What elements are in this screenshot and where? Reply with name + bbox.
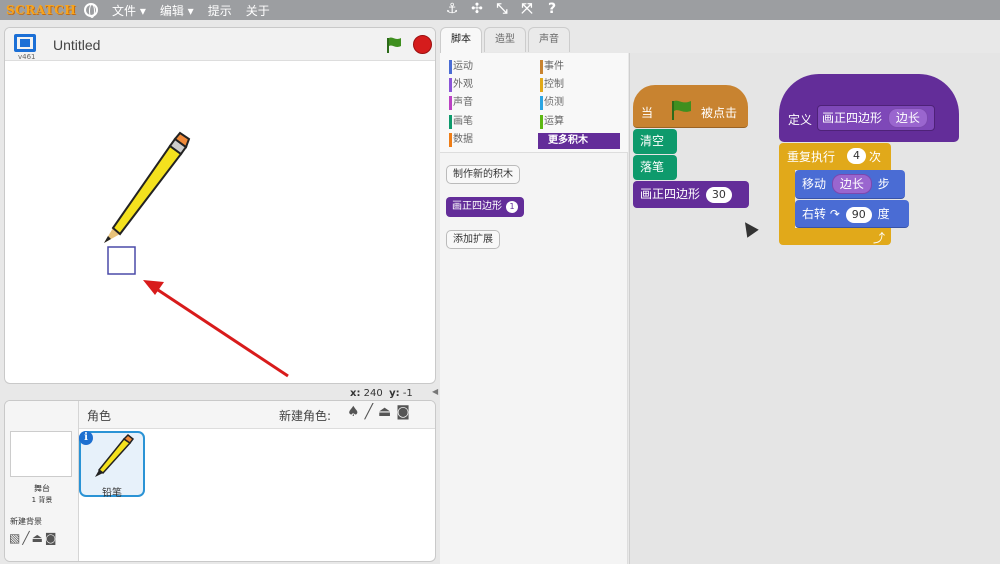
backdrop-library-icon[interactable]: ▧ <box>9 531 20 545</box>
repeat-times-input[interactable]: 4 <box>847 148 866 164</box>
turn-degrees-input[interactable]: 90 <box>845 207 872 223</box>
edit-toolbar: ⚓ ✣ ⤡ ⤧ ? <box>444 1 560 17</box>
menu-tips[interactable]: 提示 <box>208 2 232 19</box>
category-events[interactable]: 事件 <box>535 59 564 75</box>
sprites-label: 角色 <box>87 409 112 423</box>
backdrop-count: 1 背景 <box>31 496 53 504</box>
call-square-block[interactable]: 画正四边形 30 <box>633 181 749 208</box>
backdrop-upload-icon[interactable]: ⏏ <box>32 531 43 545</box>
repeat-label: 重复执行 <box>787 150 836 164</box>
move-param[interactable]: 边长 <box>831 174 872 194</box>
define-param[interactable]: 边长 <box>887 108 928 128</box>
clear-block[interactable]: 清空 <box>633 129 677 154</box>
stage-column: 舞台 1 背景 新建背景 ▧ ╱ ⏏ ◙ <box>5 401 79 561</box>
editor-tabs: 脚本 造型 声音 <box>440 27 572 54</box>
category-looks[interactable]: 外观 <box>444 77 473 93</box>
new-sprite-tools: ♠ ╱ ⏏ ◙ <box>347 404 410 420</box>
backdrop-camera-icon[interactable]: ◙ <box>45 531 57 545</box>
move-steps-block[interactable]: 移动 边长 步 <box>795 170 905 199</box>
category-operators[interactable]: 运算 <box>535 114 564 130</box>
hat-clicked-label: 被点击 <box>701 106 738 120</box>
grow-icon[interactable]: ⤡ <box>494 1 510 17</box>
stop-icon[interactable] <box>413 35 432 54</box>
category-sensing[interactable]: 侦测 <box>535 95 564 111</box>
sprites-header: 角色 新建角色: ♠ ╱ ⏏ ◙ <box>79 401 435 429</box>
version-label: v461 <box>18 53 36 61</box>
call-square-arg[interactable]: 30 <box>705 187 732 203</box>
hat-when-label: 当 <box>641 106 654 120</box>
menu-about[interactable]: 关于 <box>246 2 270 19</box>
stage-panel: v461 Untitled <box>4 27 436 384</box>
sprite-paint-icon[interactable]: ╱ <box>365 404 373 420</box>
move-unit: 步 <box>877 177 890 191</box>
palette-custom-block[interactable]: 画正四边形 1 <box>446 197 524 217</box>
tab-scripts[interactable]: 脚本 <box>440 27 482 54</box>
new-sprite-label: 新建角色: <box>279 409 332 423</box>
define-block[interactable]: 定义 画正四边形 边长 <box>779 74 959 142</box>
define-name: 画正四边形 <box>822 111 883 125</box>
repeat-loop-icon: ⤴ <box>873 231 886 245</box>
menu-bar: SCRATCH 文件 ▾ 编辑 ▾ 提示 关于 ⚓ ✣ ⤡ ⤧ ? <box>0 0 1000 20</box>
stage-thumbnail[interactable] <box>10 431 72 477</box>
sprite-name: 铅笔 <box>102 488 122 499</box>
menu-file[interactable]: 文件 ▾ <box>112 2 146 19</box>
sprite-library-icon[interactable]: ♠ <box>347 404 360 420</box>
turn-unit: 度 <box>877 207 890 221</box>
call-square-label: 画正四边形 <box>640 187 701 201</box>
duplicate-icon[interactable]: ⚓ <box>444 1 460 17</box>
stage-label: 舞台 <box>34 484 50 493</box>
green-flag-icon[interactable] <box>385 36 403 54</box>
sprite-camera-icon[interactable]: ◙ <box>396 404 410 420</box>
collapse-stage-icon[interactable]: ◀ <box>432 387 438 396</box>
backdrop-tools: ▧ ╱ ⏏ ◙ <box>9 531 57 545</box>
category-more-blocks[interactable]: 更多积木 <box>538 133 620 149</box>
fullscreen-icon[interactable] <box>14 34 36 52</box>
palette-custom-block-param: 1 <box>506 201 518 213</box>
category-list: 运动 外观 声音 画笔 数据 事件 控制 侦测 运算 更多积木 <box>440 53 628 153</box>
block-palette: 运动 外观 声音 画笔 数据 事件 控制 侦测 运算 更多积木 制作新的积木 画… <box>440 53 628 564</box>
flag-icon <box>672 100 691 120</box>
red-arrow-annotation <box>143 280 289 378</box>
make-block-button[interactable]: 制作新的积木 <box>446 165 520 184</box>
palette-custom-block-label: 画正四边形 <box>452 201 502 212</box>
new-backdrop-label: 新建背景 <box>10 517 42 526</box>
category-sound[interactable]: 声音 <box>444 95 473 111</box>
backdrop-paint-icon[interactable]: ╱ <box>22 531 29 545</box>
when-flag-clicked-block[interactable]: 当 被点击 <box>633 85 748 128</box>
pen-down-block[interactable]: 落笔 <box>633 155 677 180</box>
help-icon[interactable]: ? <box>544 1 560 17</box>
tab-costumes[interactable]: 造型 <box>484 27 526 52</box>
pencil-thumbnail <box>95 433 135 477</box>
project-title[interactable]: Untitled <box>53 37 100 53</box>
define-prototype: 画正四边形 边长 <box>817 105 935 131</box>
sprites-panel: 舞台 1 背景 新建背景 ▧ ╱ ⏏ ◙ 角色 新建角色: ♠ ╱ ⏏ ◙ i … <box>4 400 436 562</box>
add-extension-button[interactable]: 添加扩展 <box>446 230 500 249</box>
sprite-tile[interactable]: i 铅笔 <box>79 431 145 499</box>
scratch-logo[interactable]: SCRATCH <box>6 3 76 17</box>
sprite-upload-icon[interactable]: ⏏ <box>378 404 391 420</box>
turn-label: 右转 <box>802 207 827 221</box>
category-pen[interactable]: 画笔 <box>444 114 473 130</box>
category-control[interactable]: 控制 <box>535 77 564 93</box>
move-label: 移动 <box>802 177 827 191</box>
language-globe-icon[interactable] <box>84 3 98 18</box>
turn-right-icon: ↷ <box>829 207 840 221</box>
drawn-square <box>107 246 136 275</box>
category-data[interactable]: 数据 <box>444 132 473 148</box>
repeat-unit: 次 <box>869 150 882 164</box>
shrink-icon[interactable]: ⤧ <box>519 1 535 17</box>
define-label: 定义 <box>788 113 813 127</box>
cut-icon[interactable]: ✣ <box>469 1 485 17</box>
category-motion[interactable]: 运动 <box>444 59 473 75</box>
turn-right-block[interactable]: 右转 ↷ 90 度 <box>795 200 909 228</box>
tab-sounds[interactable]: 声音 <box>528 27 570 52</box>
mouse-coordinates: x: 240 y: -1 <box>350 388 413 399</box>
stage-header: v461 Untitled <box>5 28 435 61</box>
pencil-sprite[interactable] <box>104 131 191 243</box>
stage-canvas[interactable] <box>5 62 435 384</box>
menu-edit[interactable]: 编辑 ▾ <box>160 2 194 19</box>
